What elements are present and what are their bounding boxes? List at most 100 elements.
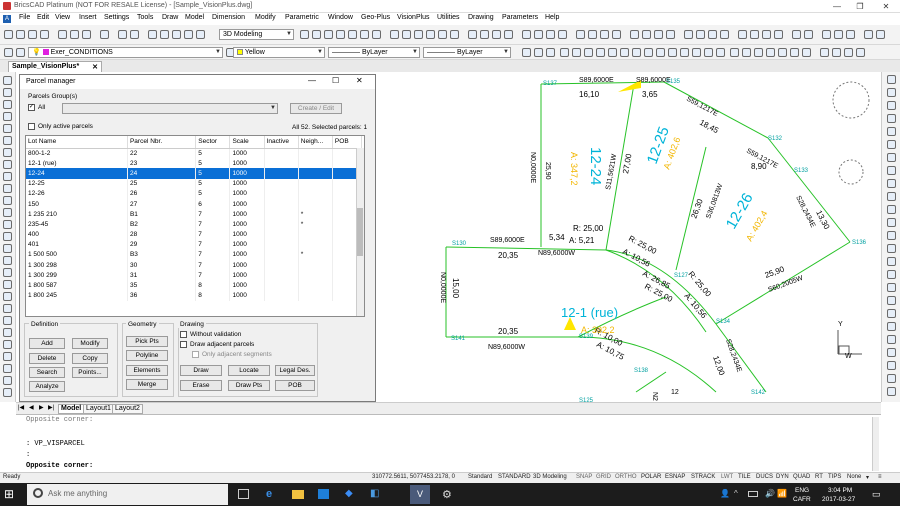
vision-tool-18-icon[interactable]	[804, 30, 813, 39]
snap-tool-11-icon[interactable]	[644, 48, 653, 57]
text-style-icon[interactable]	[887, 309, 896, 318]
merge-button[interactable]: Merge	[126, 379, 168, 390]
dialog-maximize-button[interactable]: ☐	[332, 76, 339, 85]
trim-icon[interactable]	[3, 304, 12, 313]
snap-tool-18-icon[interactable]	[730, 48, 739, 57]
menu-window[interactable]: Window	[328, 14, 353, 21]
linetype-select[interactable]: ———— ByLayer ▼	[328, 47, 420, 58]
vision-tool-23-icon[interactable]	[876, 30, 885, 39]
status-quad[interactable]: QUAD	[793, 474, 810, 480]
taskbar-search[interactable]: Ask me anything	[27, 484, 228, 505]
analyze-button[interactable]: Analyze	[29, 381, 65, 392]
menu-settings[interactable]: Settings	[104, 14, 129, 21]
vision-tool-7-icon[interactable]	[654, 30, 663, 39]
vision-tool-20-icon[interactable]	[834, 30, 843, 39]
zoom-realtime-icon[interactable]	[300, 30, 309, 39]
vision-tool-13-icon[interactable]	[738, 30, 747, 39]
points-button[interactable]: Points...	[72, 367, 108, 378]
table-row[interactable]: 1 235 210 B1 7 1000 *	[26, 209, 363, 220]
grid-tool-icon[interactable]	[887, 179, 896, 188]
col-parcel-nbr[interactable]: Parcel Nbr.	[127, 136, 197, 149]
col-inactive[interactable]: Inactive	[264, 136, 299, 149]
view-top-icon[interactable]	[390, 30, 399, 39]
status-ortho[interactable]: ORTHO	[615, 474, 637, 480]
draw-spline-icon[interactable]	[3, 160, 12, 169]
view-iso-icon[interactable]	[426, 30, 435, 39]
redo-icon[interactable]	[130, 30, 139, 39]
image-icon[interactable]	[887, 205, 896, 214]
status-text-style[interactable]: Standard	[468, 474, 492, 480]
ucs-origin-icon[interactable]	[558, 30, 567, 39]
table-row[interactable]: 401 29 7 1000	[26, 239, 363, 250]
parcels-group-select[interactable]: ▼	[62, 103, 278, 114]
only-active-checkbox[interactable]	[28, 123, 35, 130]
layer-state-icon[interactable]	[16, 48, 25, 57]
lineweight-select[interactable]: ———— ByLayer ▼	[423, 47, 511, 58]
pan-icon[interactable]	[372, 30, 381, 39]
volume-icon[interactable]: 🔊	[765, 489, 775, 498]
table-row[interactable]: 800-1-2 22 5 1000	[26, 148, 363, 159]
locate-button[interactable]: Locate	[228, 365, 270, 376]
create-edit-button[interactable]: Create / Edit	[290, 103, 342, 114]
draw-points-button[interactable]: Draw Pts	[228, 380, 270, 391]
status-menu-icon[interactable]: ▾	[866, 474, 869, 481]
add-button[interactable]: Add	[29, 338, 65, 349]
rotate-icon[interactable]	[3, 244, 12, 253]
erase-button[interactable]: Erase	[180, 380, 222, 391]
vision-tool-1-icon[interactable]	[576, 30, 585, 39]
dialog-minimize-button[interactable]: —	[308, 76, 316, 85]
close-tab-icon[interactable]: ✕	[92, 63, 98, 71]
menu-insert[interactable]: Insert	[79, 14, 97, 21]
draw-circle-icon[interactable]	[3, 112, 12, 121]
draw-line-icon[interactable]	[3, 76, 12, 85]
dimension-icon[interactable]	[3, 376, 12, 385]
status-dyn[interactable]: DYN	[776, 474, 789, 480]
table-row[interactable]: 12-1 (rue) 23 5 1000	[26, 158, 363, 169]
calendar-icon[interactable]	[887, 244, 896, 253]
legal-description-button[interactable]: Legal Des.	[275, 365, 315, 376]
menu-modify[interactable]: Modify	[255, 14, 276, 21]
view-iso3-icon[interactable]	[450, 30, 459, 39]
vision-tool-2-icon[interactable]	[588, 30, 597, 39]
tab-layout2[interactable]: Layout2	[112, 404, 143, 414]
vision-tool-19-icon[interactable]	[822, 30, 831, 39]
marker-icon[interactable]	[887, 140, 896, 149]
draw-point-icon[interactable]	[3, 172, 12, 181]
menu-help[interactable]: Help	[545, 14, 559, 21]
status-annotation-scale[interactable]: None	[847, 474, 861, 480]
status-snap[interactable]: SNAP	[576, 474, 592, 480]
look-icon[interactable]	[887, 114, 896, 123]
pencil-icon[interactable]	[887, 127, 896, 136]
menu-file[interactable]: File	[19, 14, 30, 21]
status-strack[interactable]: STRACK	[691, 474, 715, 480]
move-icon[interactable]	[3, 232, 12, 241]
snap-tool-20-icon[interactable]	[754, 48, 763, 57]
structure-icon[interactable]	[887, 166, 896, 175]
snap-tool-2-icon[interactable]	[534, 48, 543, 57]
draw-rectangle-icon[interactable]	[3, 124, 12, 133]
clock-date[interactable]: 2017-03-27	[822, 496, 855, 503]
layer-select[interactable]: 💡 Exer_CONDITIONS ▼	[28, 47, 223, 58]
menu-geo-plus[interactable]: Geo-Plus	[361, 14, 390, 21]
vision-tool-15-icon[interactable]	[762, 30, 771, 39]
search-button[interactable]: Search	[29, 367, 65, 378]
copy-button[interactable]: Copy	[72, 353, 108, 364]
tab-layout1[interactable]: Layout1	[83, 404, 114, 414]
zoom-extents-icon[interactable]	[348, 30, 357, 39]
elements-button[interactable]: Elements	[126, 365, 168, 376]
explode-icon[interactable]	[3, 352, 12, 361]
vision-tool-22-icon[interactable]	[864, 30, 873, 39]
first-layout-arrow-icon[interactable]: |◀	[18, 404, 24, 411]
snap-tool-12-icon[interactable]	[656, 48, 665, 57]
dialog-close-button[interactable]: ✕	[356, 76, 363, 85]
draw-arc-icon[interactable]	[3, 100, 12, 109]
slash-icon[interactable]	[887, 335, 896, 344]
app-launcher-icon[interactable]: ◧	[370, 488, 379, 499]
copy-icon[interactable]	[70, 30, 79, 39]
snap-tool-13-icon[interactable]	[668, 48, 677, 57]
delete-button[interactable]: Delete	[29, 353, 65, 364]
status-polar[interactable]: POLAR	[641, 474, 661, 480]
shaded-icon[interactable]	[492, 30, 501, 39]
pan-tool-icon[interactable]	[887, 75, 896, 84]
menu-visionplus[interactable]: VisionPlus	[397, 14, 430, 21]
